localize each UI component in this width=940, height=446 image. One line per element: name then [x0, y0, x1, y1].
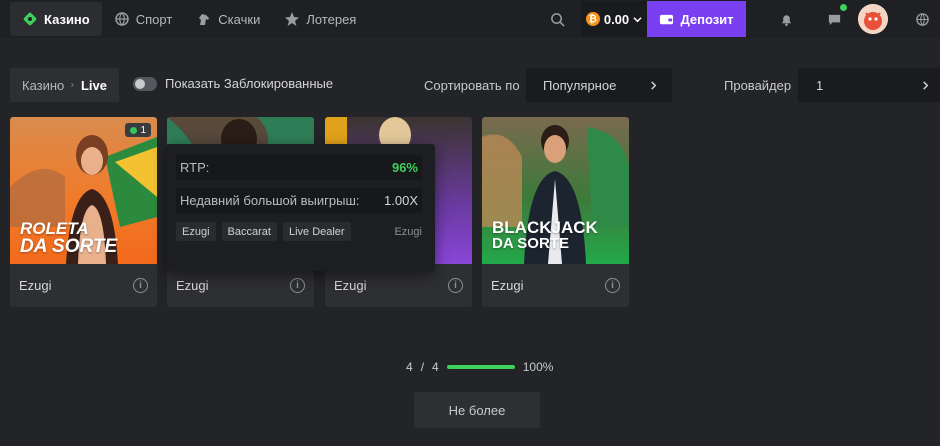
sort-value: Популярное	[543, 77, 617, 93]
nav-item-horse-racing[interactable]: Скачки	[184, 2, 272, 36]
toggle-label: Показать Заблокированные	[165, 76, 334, 91]
nav-item-sport[interactable]: Спорт	[102, 2, 185, 36]
big-win-row: Недавний большой выигрыш: 1.00X	[176, 188, 422, 213]
game-provider: Ezugi	[491, 278, 524, 293]
nav-item-label: Скачки	[218, 11, 261, 27]
nav-item-casino[interactable]: Казино	[10, 2, 102, 36]
total-count: 4	[432, 360, 439, 374]
online-indicator	[840, 4, 847, 11]
game-thumbnail[interactable]: 1 ROLETA DA SORTE	[10, 117, 157, 264]
game-card-footer: Ezugi i	[10, 264, 157, 307]
info-icon[interactable]: i	[290, 278, 305, 293]
chevron-right-icon	[651, 80, 657, 90]
big-win-value: 1.00X	[384, 193, 418, 208]
game-provider: Ezugi	[176, 278, 209, 293]
nav-item-label: Лотерея	[306, 11, 357, 27]
game-provider: Ezugi	[334, 278, 367, 293]
balance-selector[interactable]: ₿ 0.00	[581, 1, 647, 37]
sort-label: Сортировать по	[424, 78, 520, 93]
globe-icon[interactable]	[910, 7, 934, 31]
tag-list: Ezugi Baccarat Live Dealer Ezugi	[176, 222, 422, 241]
chevron-right-icon	[923, 80, 929, 90]
chat-icon[interactable]	[822, 4, 847, 31]
chevron-down-icon	[633, 16, 642, 22]
breadcrumb-current: Live	[80, 77, 107, 93]
wallet-icon	[660, 14, 674, 24]
progress-percent: 100%	[522, 360, 554, 374]
game-info-tooltip: RTP: 96% Недавний большой выигрыш: 1.00X…	[166, 144, 435, 271]
avatar[interactable]	[858, 4, 888, 34]
sort-dropdown[interactable]: Популярное	[526, 68, 672, 102]
breadcrumb-root[interactable]: Казино	[22, 78, 64, 93]
tag[interactable]: Ezugi	[176, 222, 216, 241]
load-more-button[interactable]: Не более	[414, 392, 540, 428]
header-actions: ₿ 0.00 Депозит	[545, 0, 940, 38]
shown-count: 4	[406, 360, 413, 374]
info-icon[interactable]: i	[448, 278, 463, 293]
rtp-row: RTP: 96%	[176, 155, 422, 180]
breadcrumb: Казино Live	[10, 68, 119, 102]
deposit-button[interactable]: Депозит	[647, 1, 746, 37]
info-icon[interactable]: i	[133, 278, 148, 293]
balance-amount: 0.00	[603, 11, 630, 27]
nav-item-label: Казино	[44, 11, 90, 27]
game-title: ROLETA DA SORTE	[20, 219, 118, 257]
lottery-icon	[285, 12, 300, 26]
search-icon[interactable]	[545, 7, 569, 31]
big-win-label: Недавний большой выигрыш:	[180, 193, 360, 208]
rtp-value: 96%	[391, 160, 418, 175]
count-separator: /	[420, 360, 425, 374]
bitcoin-icon: ₿	[585, 12, 600, 26]
provider-label: Провайдер	[724, 78, 792, 93]
deposit-label: Депозит	[680, 11, 734, 27]
game-card[interactable]: 1 ROLETA DA SORTE Ezugi i	[10, 117, 157, 307]
nav-item-label: Спорт	[135, 11, 173, 27]
notification-bell-icon[interactable]	[774, 7, 798, 31]
top-navigation: Казино Спорт Скачки Лотерея ₿ 0.00 Депоз…	[0, 0, 940, 38]
show-blocked-toggle[interactable]: Показать Заблокированные	[133, 76, 333, 91]
chevron-right-icon	[71, 82, 75, 88]
provider-value: 1	[816, 77, 824, 93]
sport-icon	[114, 12, 129, 26]
tooltip-provider: Ezugi	[394, 225, 422, 238]
game-card[interactable]: BLACKJACK DA SORTE Ezugi i	[482, 117, 629, 307]
load-more-label: Не более	[448, 402, 506, 418]
player-icon	[130, 126, 138, 134]
game-card-footer: Ezugi i	[482, 264, 629, 307]
provider-dropdown[interactable]: 1	[798, 68, 940, 102]
game-title: BLACKJACK DA SORTE	[492, 218, 598, 252]
info-icon[interactable]: i	[605, 278, 620, 293]
progress-bar	[446, 365, 515, 369]
tag[interactable]: Live Dealer	[282, 222, 351, 241]
casino-icon	[23, 12, 37, 26]
rtp-label: RTP:	[180, 160, 210, 175]
game-thumbnail[interactable]: BLACKJACK DA SORTE	[482, 117, 629, 264]
tag[interactable]: Baccarat	[221, 222, 277, 241]
toggle-switch[interactable]	[133, 76, 157, 91]
horse-icon	[199, 14, 210, 25]
game-provider: Ezugi	[19, 278, 52, 293]
load-progress: 4 / 4 100%	[406, 360, 553, 374]
nav-item-lottery[interactable]: Лотерея	[272, 2, 368, 36]
players-badge: 1	[125, 123, 151, 137]
